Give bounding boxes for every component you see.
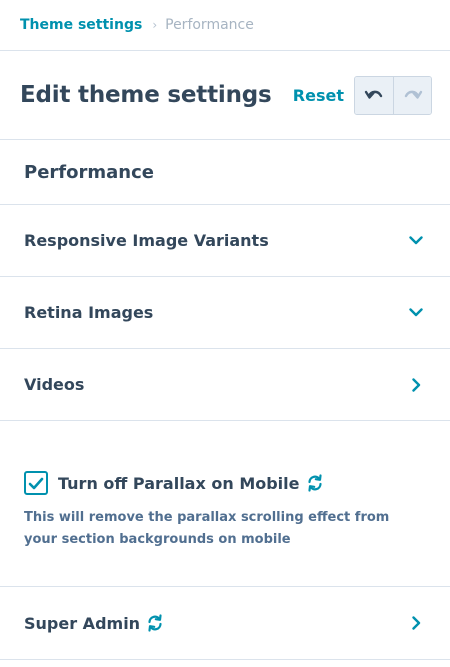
parallax-setting: Turn off Parallax on Mobile This will re… — [0, 421, 450, 587]
sync-icon — [306, 474, 324, 492]
row-label: Responsive Image Variants — [24, 231, 269, 250]
chevron-down-icon — [408, 233, 424, 249]
chevron-right-icon — [408, 615, 424, 631]
parallax-checkbox-line[interactable]: Turn off Parallax on Mobile — [24, 471, 426, 495]
section-title: Performance — [0, 140, 450, 205]
redo-button[interactable] — [393, 76, 431, 114]
chevron-down-icon — [408, 305, 424, 321]
row-retina-images[interactable]: Retina Images — [0, 277, 450, 349]
chevron-right-icon — [408, 377, 424, 393]
parallax-checkbox[interactable] — [24, 471, 48, 495]
parallax-checkbox-label[interactable]: Turn off Parallax on Mobile — [58, 474, 300, 493]
undo-icon — [364, 90, 383, 99]
row-responsive-image-variants[interactable]: Responsive Image Variants — [0, 205, 450, 277]
redo-icon — [404, 90, 422, 99]
sync-icon — [146, 614, 164, 632]
breadcrumb: Theme settings › Performance — [0, 0, 450, 51]
breadcrumb-current: Performance — [165, 17, 254, 33]
super-admin-label: Super Admin — [24, 613, 141, 633]
row-super-admin[interactable]: Super Admin — [0, 587, 450, 660]
editor-header: Edit theme settings Reset — [0, 51, 450, 140]
checkmark-icon — [28, 477, 44, 489]
page-title: Edit theme settings — [20, 82, 272, 108]
row-label: Videos — [24, 375, 85, 394]
row-label: Super Admin — [24, 614, 408, 633]
breadcrumb-theme-settings-link[interactable]: Theme settings — [20, 17, 142, 33]
breadcrumb-separator-icon: › — [152, 18, 158, 32]
row-label: Retina Images — [24, 303, 154, 322]
undo-button[interactable] — [355, 76, 393, 114]
row-videos[interactable]: Videos — [0, 349, 450, 421]
undo-redo-group — [354, 75, 432, 115]
parallax-help-text: This will remove the parallax scrolling … — [24, 510, 390, 547]
reset-button[interactable]: Reset — [293, 86, 344, 105]
